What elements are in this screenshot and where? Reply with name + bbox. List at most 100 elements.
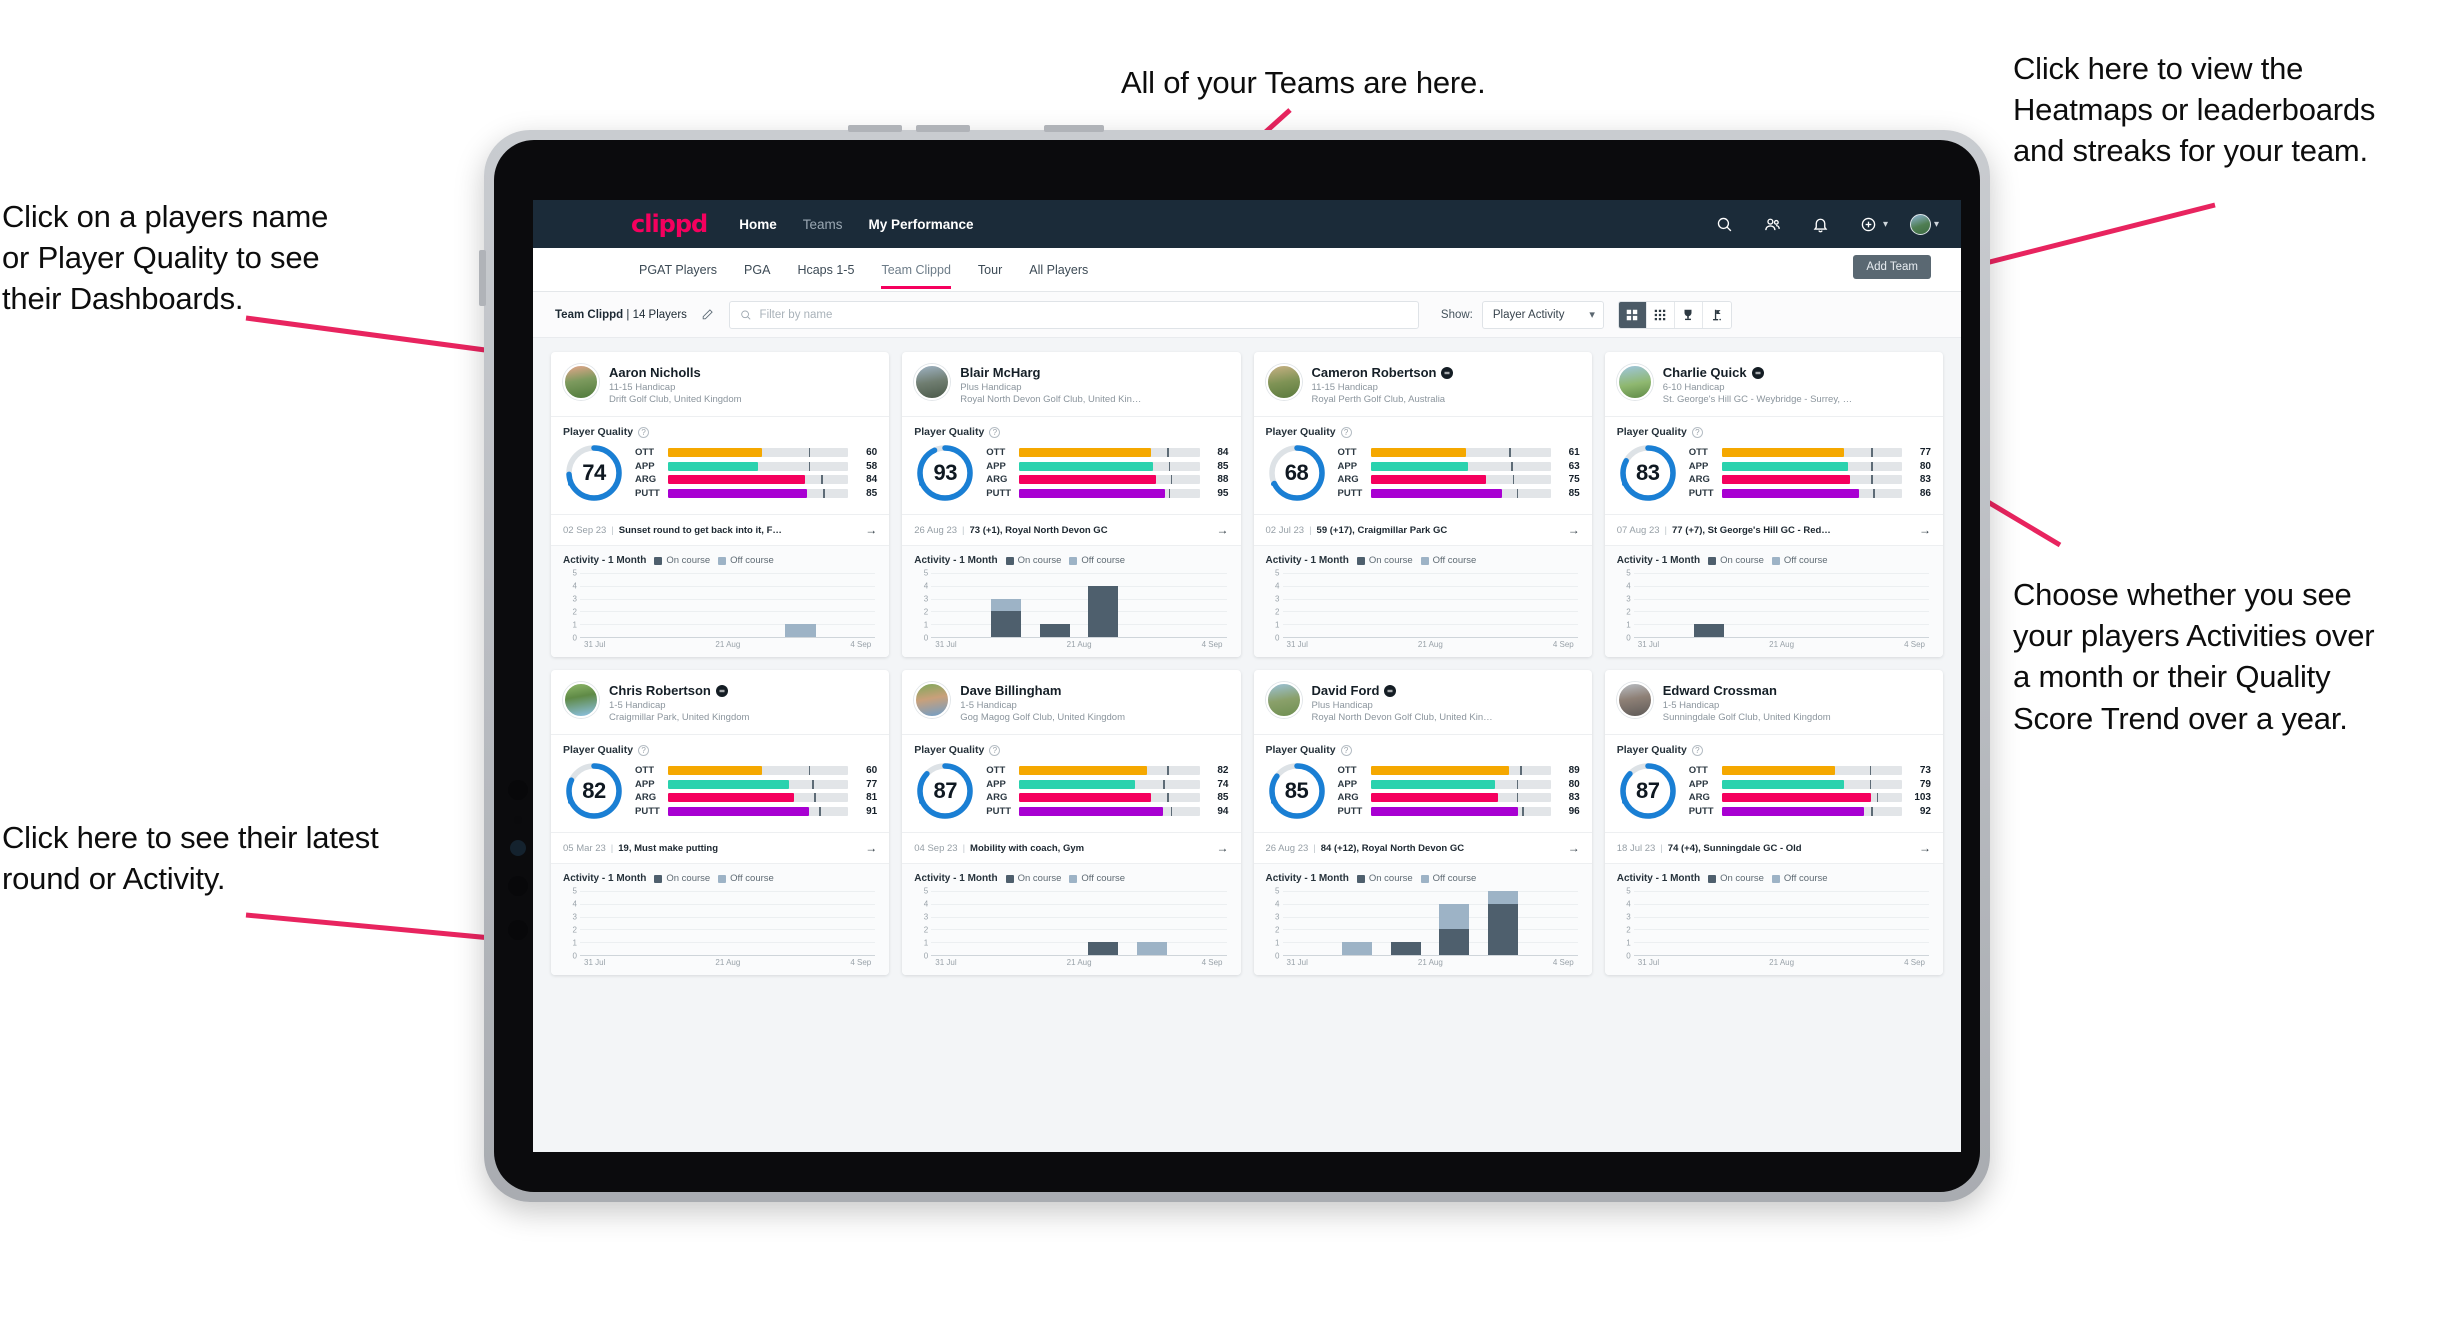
player-name[interactable]: Aaron Nicholls [609, 365, 701, 380]
player-name[interactable]: Blair McHarg [960, 365, 1040, 380]
power-button[interactable] [1044, 125, 1104, 132]
latest-round-row[interactable]: 02 Sep 23 | Sunset round to get back into … [551, 515, 890, 546]
people-icon[interactable] [1762, 213, 1784, 235]
tab-pga[interactable]: PGA [744, 248, 770, 292]
arrow-right-icon[interactable]: → [1213, 523, 1229, 537]
player-card-header[interactable]: David Ford Plus Handicap Royal North Devon… [1253, 670, 1592, 735]
player-avatar[interactable] [1265, 364, 1302, 400]
latest-round-row[interactable]: 05 Mar 23 | 19, Must make putting → [551, 833, 890, 864]
volume-up-button[interactable] [848, 125, 902, 132]
player-card-header[interactable]: Dave Billingham 1-5 Handicap Gog Magog Gol… [902, 670, 1241, 735]
plus-circle-icon[interactable] [1858, 213, 1880, 235]
grid-view-icon[interactable] [1618, 301, 1647, 328]
arrow-right-icon[interactable]: → [1915, 841, 1931, 855]
player-card[interactable]: Dave Billingham 1-5 Handicap Gog Magog Gol… [902, 670, 1241, 975]
player-card[interactable]: Aaron Nicholls 11-15 Handicap Drift Golf C… [551, 352, 890, 657]
tab-tour[interactable]: Tour [978, 248, 1002, 292]
player-card-header[interactable]: Chris Robertson 1-5 Handicap Craigmillar P… [551, 670, 890, 735]
trophy-view-icon[interactable] [1674, 301, 1703, 328]
quality-score-gauge[interactable]: 74 [563, 442, 625, 504]
player-avatar[interactable] [1616, 682, 1653, 718]
flag-view-icon[interactable] [1702, 301, 1731, 328]
player-card[interactable]: Chris Robertson 1-5 Handicap Craigmillar P… [551, 670, 890, 975]
player-card-header[interactable]: Cameron Robertson 11-15 Handicap Royal Per… [1253, 352, 1592, 417]
arrow-right-icon[interactable]: → [1564, 841, 1580, 855]
player-card-header[interactable]: Edward Crossman 1-5 Handicap Sunningdale G… [1604, 670, 1943, 735]
clippd-logo[interactable]: clippd [631, 210, 708, 238]
player-avatar[interactable] [1265, 682, 1302, 718]
player-quality-block[interactable]: Player Quality? 85 OTT 89 APP 80 ARG 83 PUTT 96 [1253, 735, 1592, 833]
player-name[interactable]: Cameron Robertson [1312, 365, 1437, 380]
player-quality-block[interactable]: Player Quality? 68 OTT 61 APP 63 ARG 75 PUTT 85 [1253, 417, 1592, 515]
question-circle-icon[interactable]: ? [1340, 426, 1352, 438]
player-avatar[interactable] [914, 682, 951, 718]
player-avatar[interactable] [914, 364, 951, 400]
player-quality-block[interactable]: Player Quality? 87 OTT 73 APP 79 ARG 103 PUTT 92 [1604, 735, 1943, 833]
latest-round-row[interactable]: 02 Jul 23 | 59 (+17), Craigmillar Park GC → [1253, 515, 1592, 546]
player-quality-block[interactable]: Player Quality? 93 OTT 84 APP 85 ARG 88 PUTT 95 [902, 417, 1241, 515]
latest-round-row[interactable]: 26 Aug 23 | 84 (+12), Royal North Devon GC… [1253, 833, 1592, 864]
player-card[interactable]: Cameron Robertson 11-15 Handicap Royal Per… [1253, 352, 1592, 657]
question-circle-icon[interactable]: ? [989, 426, 1001, 438]
pencil-icon[interactable] [695, 302, 721, 328]
nav-link-home[interactable]: Home [739, 217, 777, 232]
quality-score-gauge[interactable]: 87 [1617, 760, 1679, 822]
player-name[interactable]: Dave Billingham [960, 683, 1061, 698]
search-input[interactable] [759, 308, 1408, 321]
quality-score-gauge[interactable]: 93 [914, 442, 976, 504]
arrow-right-icon[interactable]: → [1564, 523, 1580, 537]
show-select[interactable]: Player Activity ▾ [1481, 300, 1604, 329]
avatar-chevron-down-icon[interactable]: ▾ [1934, 219, 1939, 230]
add-team-button[interactable]: Add Team [1853, 255, 1931, 279]
player-quality-block[interactable]: Player Quality? 87 OTT 82 APP 74 ARG 85 PUTT 94 [902, 735, 1241, 833]
player-quality-block[interactable]: Player Quality? 74 OTT 60 APP 58 ARG 84 PUTT 85 [551, 417, 890, 515]
player-quality-block[interactable]: Player Quality? 82 OTT 60 APP 77 ARG 81 PUTT 91 [551, 735, 890, 833]
arrow-right-icon[interactable]: → [861, 523, 877, 537]
tab-hcaps-1-5[interactable]: Hcaps 1-5 [797, 248, 854, 292]
quality-score-gauge[interactable]: 83 [1617, 442, 1679, 504]
bell-icon[interactable] [1810, 213, 1832, 235]
nav-link-my-performance[interactable]: My Performance [869, 217, 974, 232]
latest-round-row[interactable]: 07 Aug 23 | 77 (+7), St George's Hill GC -… [1604, 515, 1943, 546]
quality-score-gauge[interactable]: 87 [914, 760, 976, 822]
player-card[interactable]: David Ford Plus Handicap Royal North Devon… [1253, 670, 1592, 975]
player-name[interactable]: Edward Crossman [1663, 683, 1777, 698]
latest-round-row[interactable]: 26 Aug 23 | 73 (+1), Royal North Devon GC → [902, 515, 1241, 546]
player-card-header[interactable]: Blair McHarg Plus Handicap Royal North Dev… [902, 352, 1241, 417]
player-avatar[interactable] [1616, 364, 1653, 400]
nav-link-teams[interactable]: Teams [803, 217, 843, 232]
tab-all-players[interactable]: All Players [1029, 248, 1088, 292]
quality-score-gauge[interactable]: 85 [1266, 760, 1328, 822]
question-circle-icon[interactable]: ? [1691, 744, 1703, 756]
volume-down-button[interactable] [916, 125, 970, 132]
player-card[interactable]: Charlie Quick 6-10 Handicap St. George's H… [1604, 352, 1943, 657]
quality-score-gauge[interactable]: 68 [1266, 442, 1328, 504]
search-icon[interactable] [1714, 213, 1736, 235]
player-name[interactable]: Charlie Quick [1663, 365, 1747, 380]
tab-pgat-players[interactable]: PGAT Players [639, 248, 717, 292]
player-name[interactable]: David Ford [1312, 683, 1380, 698]
player-card[interactable]: Edward Crossman 1-5 Handicap Sunningdale G… [1604, 670, 1943, 975]
player-quality-block[interactable]: Player Quality? 83 OTT 77 APP 80 ARG 83 PUTT 86 [1604, 417, 1943, 515]
search-field-wrapper[interactable] [728, 300, 1419, 329]
question-circle-icon[interactable]: ? [1340, 744, 1352, 756]
player-name[interactable]: Chris Robertson [609, 683, 711, 698]
player-card[interactable]: Blair McHarg Plus Handicap Royal North Dev… [902, 352, 1241, 657]
latest-round-row[interactable]: 04 Sep 23 | Mobility with coach, Gym → [902, 833, 1241, 864]
question-circle-icon[interactable]: ? [1691, 426, 1703, 438]
question-circle-icon[interactable]: ? [989, 744, 1001, 756]
latest-round-row[interactable]: 18 Jul 23 | 74 (+4), Sunningdale GC - Old → [1604, 833, 1943, 864]
player-card-header[interactable]: Charlie Quick 6-10 Handicap St. George's H… [1604, 352, 1943, 417]
dots-grid-view-icon[interactable] [1646, 301, 1675, 328]
players-grid-scroll[interactable]: Aaron Nicholls 11-15 Handicap Drift Golf C… [533, 338, 1961, 1152]
question-circle-icon[interactable]: ? [638, 744, 650, 756]
quality-score-gauge[interactable]: 82 [563, 760, 625, 822]
player-card-header[interactable]: Aaron Nicholls 11-15 Handicap Drift Golf C… [551, 352, 890, 417]
player-avatar[interactable] [563, 364, 599, 400]
user-avatar[interactable] [1909, 213, 1931, 235]
question-circle-icon[interactable]: ? [638, 426, 650, 438]
arrow-right-icon[interactable]: → [861, 841, 877, 855]
player-avatar[interactable] [563, 682, 599, 718]
arrow-right-icon[interactable]: → [1213, 841, 1229, 855]
plus-chevron-down-icon[interactable]: ▾ [1883, 219, 1888, 230]
